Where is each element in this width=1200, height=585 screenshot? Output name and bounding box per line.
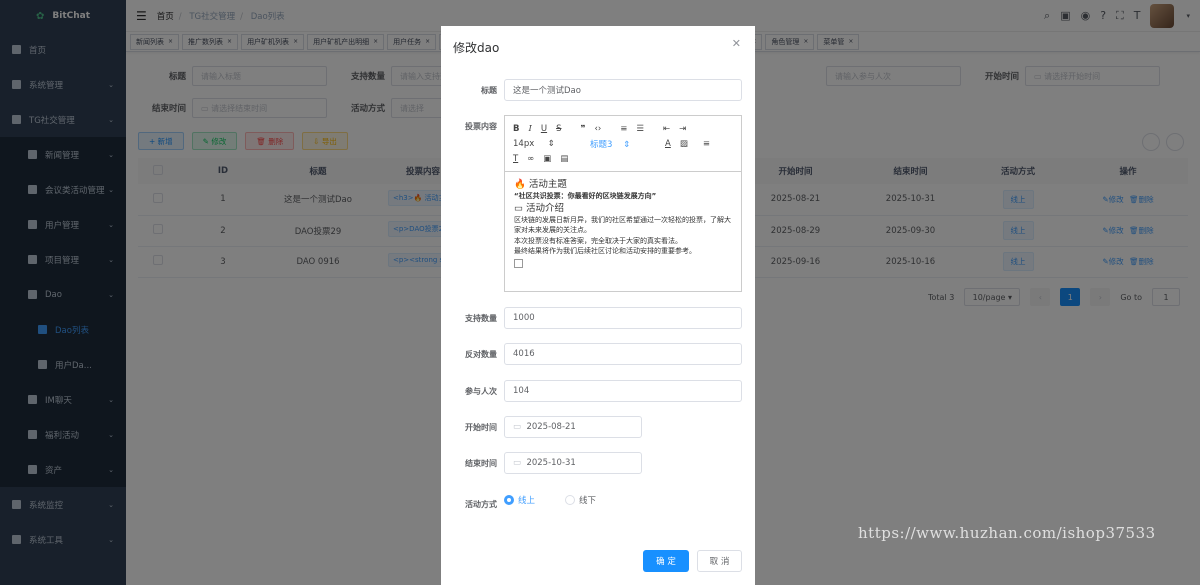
link-icon[interactable]: ∞ (527, 154, 534, 164)
italic-icon[interactable]: I (528, 124, 531, 134)
outdent-icon[interactable]: ⇤ (663, 124, 670, 134)
end-label: 结束时间 (465, 459, 497, 468)
bullet-list-icon[interactable]: ☰ (636, 124, 644, 134)
calendar-icon: ▭ (513, 422, 522, 432)
editor-paragraph-3: 最终结果将作为我们后续社区讨论和活动安排的重要参考。 (514, 247, 696, 255)
image-icon[interactable]: ▣ (543, 154, 551, 164)
indent-icon[interactable]: ⇥ (679, 124, 686, 134)
broken-image-icon (514, 258, 523, 268)
participants-label: 参与人次 (465, 387, 497, 396)
title-label: 标题 (481, 86, 497, 95)
editor-heading-2: ▭ 活动介绍 (514, 202, 564, 214)
bold-icon[interactable]: B (513, 124, 519, 134)
editor-toolbar: B I U S ❞ ‹› ≡ ☰ ⇤ ⇥ 14px ⇕ 标题3 ⇕ A ▨ ≡ … (505, 116, 741, 172)
against-input[interactable]: 4016 (504, 343, 742, 365)
end-date-picker[interactable]: ▭ 2025-10-31 (504, 452, 642, 474)
mode-offline-radio[interactable]: 线下 (565, 494, 596, 506)
start-label: 开始时间 (465, 423, 497, 432)
editor-paragraph-2: 本次投票没有标准答案，完全取决于大家的真实看法。 (514, 236, 682, 245)
rich-text-editor: B I U S ❞ ‹› ≡ ☰ ⇤ ⇥ 14px ⇕ 标题3 ⇕ A ▨ ≡ … (504, 115, 742, 292)
quote-icon[interactable]: ❞ (580, 124, 585, 134)
support-label: 支持数量 (465, 314, 497, 323)
strike-icon[interactable]: S (556, 124, 561, 134)
bg-color-icon[interactable]: ▨ (680, 139, 688, 149)
underline-icon[interactable]: U (541, 124, 547, 134)
dialog-title: 修改dao (453, 41, 500, 55)
calendar-icon: ▭ (513, 458, 522, 468)
support-input[interactable]: 1000 (504, 307, 742, 329)
font-size-select[interactable]: 14px ⇕ (513, 139, 575, 149)
title-input[interactable]: 这是一个测试Dao (504, 79, 742, 101)
start-date-picker[interactable]: ▭ 2025-08-21 (504, 416, 642, 438)
mode-label: 活动方式 (465, 500, 497, 509)
font-color-icon[interactable]: A (665, 139, 671, 149)
mode-online-radio[interactable]: 线上 (504, 494, 535, 506)
editor-heading-1: 🔥 活动主题 (514, 179, 567, 190)
clear-format-icon[interactable]: T (513, 154, 518, 164)
close-icon[interactable]: ✕ (732, 37, 741, 50)
video-icon[interactable]: ▤ (560, 154, 568, 164)
confirm-button[interactable]: 确 定 (643, 550, 689, 572)
editor-content[interactable]: 🔥 活动主题 “社区共识投票：你最看好的区块链发展方向” ▭ 活动介绍 区块链的… (505, 172, 741, 274)
align-icon[interactable]: ≡ (703, 139, 710, 149)
cancel-button[interactable]: 取 消 (697, 550, 742, 572)
ordered-list-icon[interactable]: ≡ (620, 124, 627, 134)
heading-select[interactable]: 标题3 ⇕ (590, 138, 650, 150)
content-label: 投票内容 (465, 122, 497, 131)
against-label: 反对数量 (465, 350, 497, 359)
participants-input[interactable]: 104 (504, 380, 742, 402)
watermark: https://www.huzhan.com/ishop37533 (858, 524, 1156, 542)
editor-paragraph-1: 区块链的发展日新月异，我们的社区希望通过一次轻松的投票，了解大家对未来发展的关注… (514, 215, 731, 235)
editor-bold-line: “社区共识投票：你最看好的区块链发展方向” (514, 192, 657, 200)
edit-dao-dialog: 修改dao ✕ 标题 这是一个测试Dao 投票内容 B I U S ❞ ‹› ≡… (441, 26, 755, 585)
code-icon[interactable]: ‹› (594, 124, 601, 134)
